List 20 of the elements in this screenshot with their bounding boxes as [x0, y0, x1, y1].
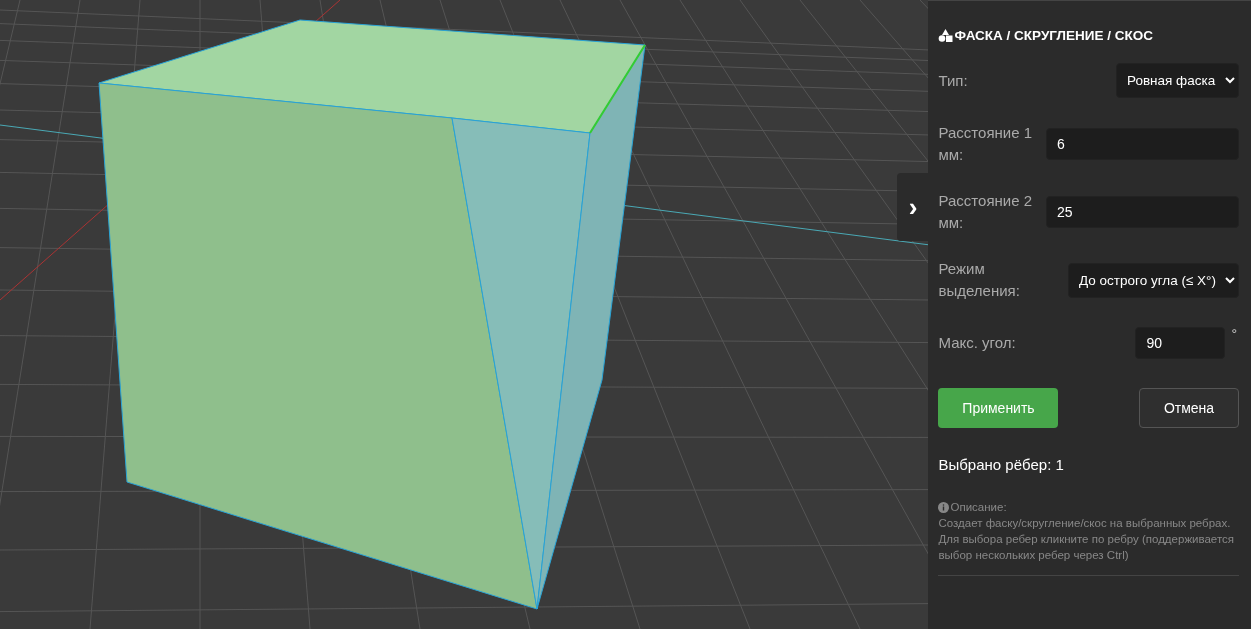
- field-label: Макс. угол:: [938, 333, 1017, 353]
- field-label: Расстояние 1 мм:: [938, 123, 1033, 165]
- field-label: Расстояние 2 мм:: [938, 191, 1033, 233]
- description-text: Создает фаску/скругление/скос на выбранных ребрах.: [938, 516, 1232, 531]
- cancel-button[interactable]: Отмена: [1139, 388, 1239, 428]
- description-title: Описание:: [950, 500, 1007, 515]
- description-text: Для выбора ребер кликните по ребру (поддерживается выбор нескольких ребер через Ctrl): [938, 532, 1235, 563]
- input-field[interactable]: 25: [1046, 196, 1239, 228]
- collapse-panel-button[interactable]: ›: [897, 173, 929, 241]
- info-icon: [938, 501, 950, 513]
- panel-title: ФАСКА / СКРУГЛЕНИЕ / СКОС: [954, 28, 1154, 43]
- unit-label: °: [1231, 326, 1238, 342]
- input-field[interactable]: 6: [1046, 128, 1239, 160]
- field-label: Тип:: [938, 70, 969, 91]
- input-field[interactable]: 90: [1135, 327, 1226, 359]
- shapes-icon: [938, 29, 954, 42]
- dropdown[interactable]: До острого угла (≤ X°): [1068, 262, 1239, 298]
- field-label: Режим выделения:: [938, 259, 1021, 301]
- dropdown[interactable]: Ровная фаска: [1116, 63, 1239, 98]
- selected-count: Выбрано рёбер: 1: [938, 456, 1065, 473]
